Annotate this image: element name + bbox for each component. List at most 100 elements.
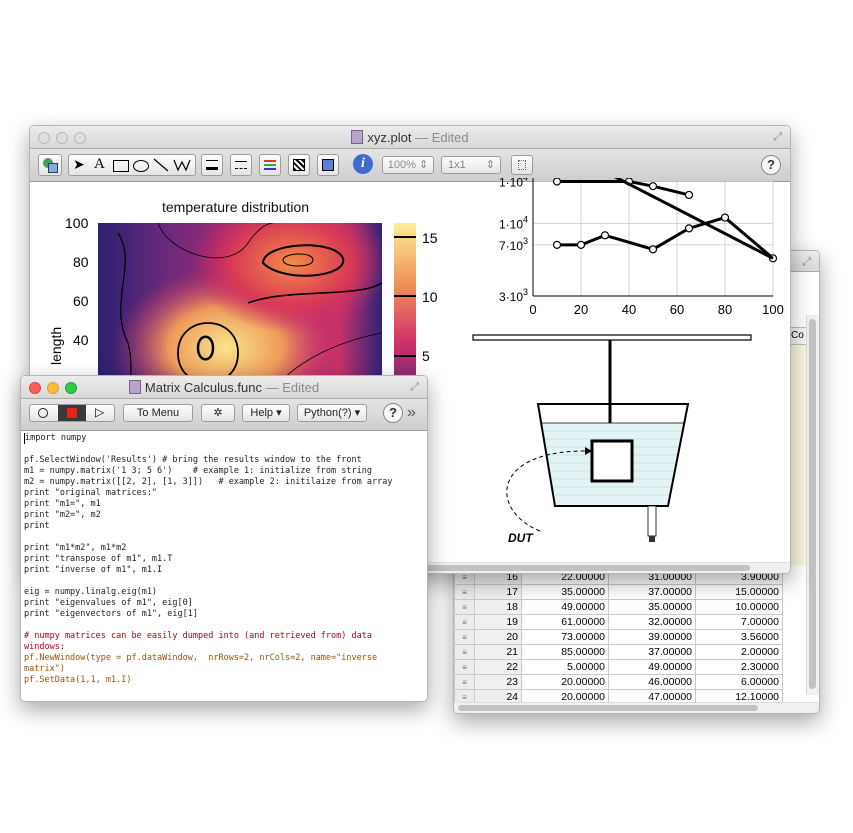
x-tick-label: 60 [670,302,684,317]
table-cell[interactable]: 39.00000 [608,629,696,645]
table-row[interactable]: ≡ 19 61.00000 32.00000 7.00000 [454,614,783,630]
align-button[interactable] [511,155,533,175]
plot-horizontal-scroll-thumb[interactable] [390,565,750,571]
code-line: print "transpose of m1", m1.T [24,554,173,564]
edited-label: — Edited [415,130,469,145]
table-row[interactable]: ≡ 18 49.00000 35.00000 10.00000 [454,599,783,615]
row-number[interactable]: 22 [474,659,522,675]
plot-window-titlebar[interactable]: xyz.plot — Edited ⤢ [30,126,790,149]
horizontal-scroll-thumb[interactable] [458,705,758,711]
table-row[interactable]: ≡ 21 85.00000 37.00000 2.00000 [454,644,783,660]
series-line [613,178,774,260]
code-editor[interactable]: import numpy pf.SelectWindow('Results') … [21,431,427,701]
arrow-tool-icon[interactable]: ➤ [73,156,85,173]
align-icon [518,160,526,170]
table-cell[interactable]: 61.00000 [521,614,609,630]
table-cell[interactable]: 7.00000 [695,614,783,630]
fullscreen-icon[interactable]: ⤢ [773,131,782,144]
help-button[interactable]: ? [761,155,781,175]
row-number[interactable]: 17 [474,584,522,600]
row-number[interactable]: 23 [474,674,522,690]
table-cell[interactable]: 3.56000 [695,629,783,645]
fullscreen-icon[interactable]: ⤢ [802,256,811,269]
help-button[interactable]: ? [383,403,403,423]
layers-button[interactable] [38,154,62,176]
row-handle-icon[interactable]: ≡ [454,614,475,630]
row-number[interactable]: 21 [474,644,522,660]
line-width-button[interactable] [201,154,223,176]
horizontal-scrollbar[interactable] [454,702,819,713]
language-button[interactable]: Python(?) ▾ [297,404,367,422]
row-handle-icon[interactable]: ≡ [454,584,475,600]
table-cell[interactable]: 35.00000 [608,599,696,615]
x-tick-label: 80 [718,302,732,317]
help-label: ? [389,405,397,420]
table-cell[interactable]: 46.00000 [608,674,696,690]
to-menu-button[interactable]: To Menu [123,404,193,422]
play-icon[interactable]: ▷ [95,405,104,419]
table-cell[interactable]: 49.00000 [521,599,609,615]
table-row[interactable]: ≡ 17 35.00000 37.00000 15.00000 [454,584,783,600]
text-tool-icon[interactable]: A [94,156,105,173]
grid-select[interactable]: 1x1 ⇕ [441,156,501,174]
table-cell[interactable]: 5.00000 [521,659,609,675]
row-number[interactable]: 18 [474,599,522,615]
table-row[interactable]: ≡ 20 73.00000 39.00000 3.56000 [454,629,783,645]
help-menu-label: Help [250,407,274,419]
table-cell[interactable]: 20.00000 [521,674,609,690]
table-cell[interactable]: 2.00000 [695,644,783,660]
fill-color-button[interactable] [317,154,339,176]
table-cell[interactable]: 73.00000 [521,629,609,645]
rectangle-tool-icon[interactable] [113,160,129,172]
table-row[interactable]: ≡ 23 20.00000 46.00000 6.00000 [454,674,783,690]
table-cell[interactable]: 49.00000 [608,659,696,675]
code-line: print "m2=", m2 [24,510,101,520]
table-cell[interactable]: 2.30000 [695,659,783,675]
y-tick-label: 7·103 [499,236,528,253]
table-cell[interactable]: 35.00000 [521,584,609,600]
ellipse-tool-icon[interactable] [133,160,149,172]
row-number[interactable]: 19 [474,614,522,630]
plot-title-text: xyz.plot [367,130,412,145]
line-color-button[interactable] [259,154,281,176]
func-window-titlebar[interactable]: Matrix Calculus.func — Edited ⤢ [21,376,427,399]
table-cell[interactable]: 32.00000 [608,614,696,630]
row-handle-icon[interactable]: ≡ [454,674,475,690]
help-menu-button[interactable]: Help ▾ [242,404,290,422]
func-window[interactable]: Matrix Calculus.func — Edited ⤢ ▷ To Men… [20,375,428,702]
fullscreen-icon[interactable]: ⤢ [410,381,419,394]
table-cell[interactable]: 15.00000 [695,584,783,600]
row-number[interactable]: 20 [474,629,522,645]
x-tick-label: 0 [529,302,536,317]
table-row[interactable]: ≡ 22 5.00000 49.00000 2.30000 [454,659,783,675]
table-cell[interactable]: 85.00000 [521,644,609,660]
debug-button[interactable]: ✲ [201,404,235,422]
row-handle-icon[interactable]: ≡ [454,659,475,675]
vertical-scrollbar[interactable] [806,315,819,695]
y-tick-exponent: 4 [523,178,528,182]
table-cell[interactable]: 6.00000 [695,674,783,690]
more-button[interactable]: » [407,404,416,422]
fill-pattern-button[interactable] [288,154,310,176]
vertical-scroll-thumb[interactable] [809,319,816,689]
polyline-tool-icon[interactable] [173,158,191,172]
to-menu-label: To Menu [136,407,180,419]
info-button[interactable]: i [353,154,373,174]
record-button[interactable] [38,408,48,418]
func-toolbar: ▷ To Menu ✲ Help ▾ Python(?) ▾ ? » [21,399,427,431]
line-color-icon-2 [264,164,276,166]
row-handle-icon[interactable]: ≡ [454,629,475,645]
code-line: m2 = numpy.matrix([[2, 2], [1, 3]]) # ex… [24,477,393,487]
table-cell[interactable]: 37.00000 [608,584,696,600]
row-handle-icon[interactable]: ≡ [454,644,475,660]
stop-button[interactable] [58,405,86,421]
dut-diagram [472,334,752,542]
code-line: pf.NewWindow(type = pf.dataWindow, nrRow… [24,653,378,663]
line-tool-icon[interactable] [153,158,169,172]
table-cell[interactable]: 37.00000 [608,644,696,660]
dash-style-button[interactable] [230,154,252,176]
zoom-select[interactable]: 100% ⇕ [382,156,434,174]
table-cell[interactable]: 10.00000 [695,599,783,615]
row-handle-icon[interactable]: ≡ [454,599,475,615]
